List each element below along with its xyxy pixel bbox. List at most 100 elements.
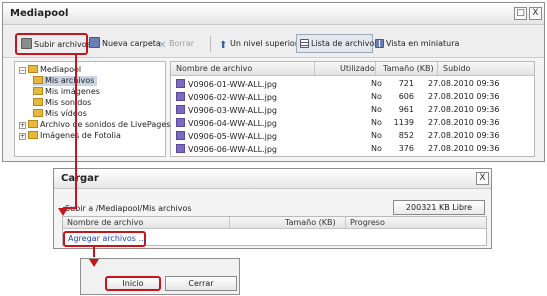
used-cell: No bbox=[371, 92, 382, 101]
close-button[interactable]: Cerrar bbox=[165, 276, 237, 291]
image-file-icon bbox=[176, 118, 185, 127]
file-name: V0906-03-WW-ALL.jpg bbox=[188, 106, 277, 115]
annotation-arrowhead-icon bbox=[58, 208, 68, 216]
mediapool-titlebar: Mediapool □ X bbox=[3, 3, 544, 25]
column-divider bbox=[375, 62, 376, 76]
expand-toggle-icon[interactable]: + bbox=[19, 133, 26, 140]
file-name: V0906-04-WW-ALL.jpg bbox=[188, 119, 277, 128]
size-cell: 606 bbox=[398, 92, 414, 101]
collapse-toggle-icon[interactable]: − bbox=[19, 67, 26, 74]
mediapool-title: Mediapool bbox=[10, 8, 69, 19]
table-row[interactable]: V0906-04-WW-ALL.jpg No 1139 27.08.2010 0… bbox=[171, 116, 534, 129]
tree-item-mis-archivos[interactable]: Mis archivos bbox=[33, 76, 98, 86]
delete-button[interactable]: ✕ Borrar bbox=[158, 36, 194, 52]
upload-queue-header: Nombre de archivo Tamaño (KB) Progreso bbox=[63, 217, 486, 229]
annotation-arrow-line bbox=[93, 245, 95, 257]
file-table-header: Nombre de archivo Utilizado Tamaño (KB) … bbox=[171, 62, 534, 76]
annotation-arrowhead-icon bbox=[89, 259, 99, 267]
used-cell: No bbox=[371, 131, 382, 140]
file-name: V0906-01-WW-ALL.jpg bbox=[188, 80, 277, 89]
image-file-icon bbox=[176, 92, 185, 101]
tree-item-label: Mis vídeos bbox=[45, 109, 87, 118]
upload-queue-table: Nombre de archivo Tamaño (KB) Progreso A… bbox=[62, 216, 487, 247]
up-level-button[interactable]: ⬆ Un nivel superior bbox=[219, 36, 298, 52]
upload-actions-bar: Inicio Cerrar bbox=[80, 258, 240, 295]
upload-files-button[interactable]: Subir archivos bbox=[15, 33, 91, 55]
column-header-used[interactable]: Utilizado bbox=[340, 64, 375, 73]
tree-item-label: Archivo de sonidos de LivePages bbox=[40, 120, 171, 129]
used-cell: No bbox=[371, 144, 382, 153]
folder-icon bbox=[28, 120, 38, 128]
folder-icon bbox=[33, 98, 43, 106]
table-row[interactable]: V0906-03-WW-ALL.jpg No 961 27.08.2010 09… bbox=[171, 103, 534, 116]
uploaded-cell: 27.08.2010 09:36 bbox=[428, 92, 500, 101]
used-cell: No bbox=[371, 118, 382, 127]
thumbnail-view-button[interactable]: Vista en miniatura bbox=[375, 36, 459, 52]
free-space-indicator: 200321 KB Libre bbox=[393, 200, 485, 215]
folder-icon bbox=[28, 65, 38, 73]
upload-files-label: Subir archivos bbox=[34, 40, 91, 49]
file-name-cell: V0906-04-WW-ALL.jpg bbox=[176, 118, 277, 128]
uploaded-cell: 27.08.2010 09:36 bbox=[428, 105, 500, 114]
uploaded-cell: 27.08.2010 09:36 bbox=[428, 131, 500, 140]
column-divider bbox=[229, 217, 230, 229]
folder-icon bbox=[33, 109, 43, 117]
list-view-icon bbox=[300, 39, 309, 48]
close-icon[interactable]: X bbox=[476, 172, 489, 185]
up-arrow-icon: ⬆ bbox=[219, 40, 228, 51]
new-folder-label: Nueva carpeta bbox=[102, 39, 161, 48]
file-list-view-label: Lista de archivos bbox=[311, 39, 379, 48]
tree-item-mis-videos[interactable]: Mis vídeos bbox=[33, 109, 87, 119]
table-row[interactable]: V0906-01-WW-ALL.jpg No 721 27.08.2010 09… bbox=[171, 77, 534, 90]
mediapool-toolbar: Subir archivos Nueva carpeta ✕ Borrar ⬆ Un… bbox=[3, 26, 544, 58]
folder-icon bbox=[33, 87, 43, 95]
add-files-link[interactable]: Agregar archivos ... bbox=[63, 231, 146, 247]
size-cell: 376 bbox=[398, 144, 414, 153]
tree-item-mis-sonidos[interactable]: Mis sonidos bbox=[33, 98, 91, 108]
start-upload-button[interactable]: Inicio bbox=[105, 276, 161, 291]
column-header-size[interactable]: Tamaño (KB) bbox=[383, 64, 434, 73]
tree-item-mediapool[interactable]: − Mediapool bbox=[19, 65, 81, 75]
column-header-uploaded[interactable]: Subido bbox=[443, 64, 470, 73]
expand-toggle-icon[interactable]: + bbox=[19, 122, 26, 129]
column-divider bbox=[314, 62, 315, 76]
file-name-cell: V0906-01-WW-ALL.jpg bbox=[176, 79, 277, 89]
tree-item-label: Imágenes de Fotolia bbox=[40, 131, 121, 140]
close-icon[interactable]: X bbox=[529, 7, 542, 20]
uploaded-cell: 27.08.2010 09:36 bbox=[428, 79, 500, 88]
toolbar-separator bbox=[210, 36, 211, 52]
table-row[interactable]: V0906-05-WW-ALL.jpg No 852 27.08.2010 09… bbox=[171, 129, 534, 142]
tree-item-mis-imagenes[interactable]: Mis imágenes bbox=[33, 87, 100, 97]
file-name-cell: V0906-02-WW-ALL.jpg bbox=[176, 92, 277, 102]
uploaded-cell: 27.08.2010 09:36 bbox=[428, 118, 500, 127]
upload-dialog-title: Cargar bbox=[61, 173, 99, 184]
upload-icon bbox=[21, 38, 32, 49]
file-list-view-button[interactable]: Lista de archivos bbox=[296, 34, 378, 53]
delete-label: Borrar bbox=[169, 39, 195, 48]
file-name: V0906-05-WW-ALL.jpg bbox=[188, 132, 277, 141]
upload-dialog: Cargar X Subir a /Mediapool/Mis archivos… bbox=[53, 168, 492, 249]
image-file-icon bbox=[176, 131, 185, 140]
size-cell: 1139 bbox=[393, 118, 414, 127]
column-divider bbox=[345, 217, 346, 229]
maximize-icon[interactable]: □ bbox=[514, 7, 527, 20]
column-header-size: Tamaño (KB) bbox=[285, 218, 336, 227]
file-name: V0906-06-WW-ALL.jpg bbox=[188, 145, 277, 154]
mediapool-window: Mediapool □ X Subir archivos Nueva carpe… bbox=[2, 2, 545, 162]
folder-icon bbox=[28, 131, 38, 139]
file-name-cell: V0906-03-WW-ALL.jpg bbox=[176, 105, 277, 115]
tree-item-livepages-sounds[interactable]: + Archivo de sonidos de LivePages bbox=[19, 120, 170, 130]
thumbnail-view-icon bbox=[375, 39, 384, 48]
file-table: Nombre de archivo Utilizado Tamaño (KB) … bbox=[170, 61, 535, 157]
delete-x-icon: ✕ bbox=[158, 40, 167, 51]
table-row[interactable]: V0906-02-WW-ALL.jpg No 606 27.08.2010 09… bbox=[171, 90, 534, 103]
new-folder-button[interactable]: Nueva carpeta bbox=[89, 36, 161, 52]
table-row[interactable]: V0906-06-WW-ALL.jpg No 376 27.08.2010 09… bbox=[171, 142, 534, 155]
thumbnail-view-label: Vista en miniatura bbox=[386, 39, 460, 48]
folder-icon bbox=[33, 76, 43, 84]
tree-item-fotolia-images[interactable]: + Imágenes de Fotolia bbox=[19, 131, 121, 141]
column-header-name[interactable]: Nombre de archivo bbox=[176, 64, 252, 73]
image-file-icon bbox=[176, 79, 185, 88]
column-header-progress: Progreso bbox=[350, 218, 385, 227]
upload-destination-path: Subir a /Mediapool/Mis archivos bbox=[65, 204, 192, 213]
